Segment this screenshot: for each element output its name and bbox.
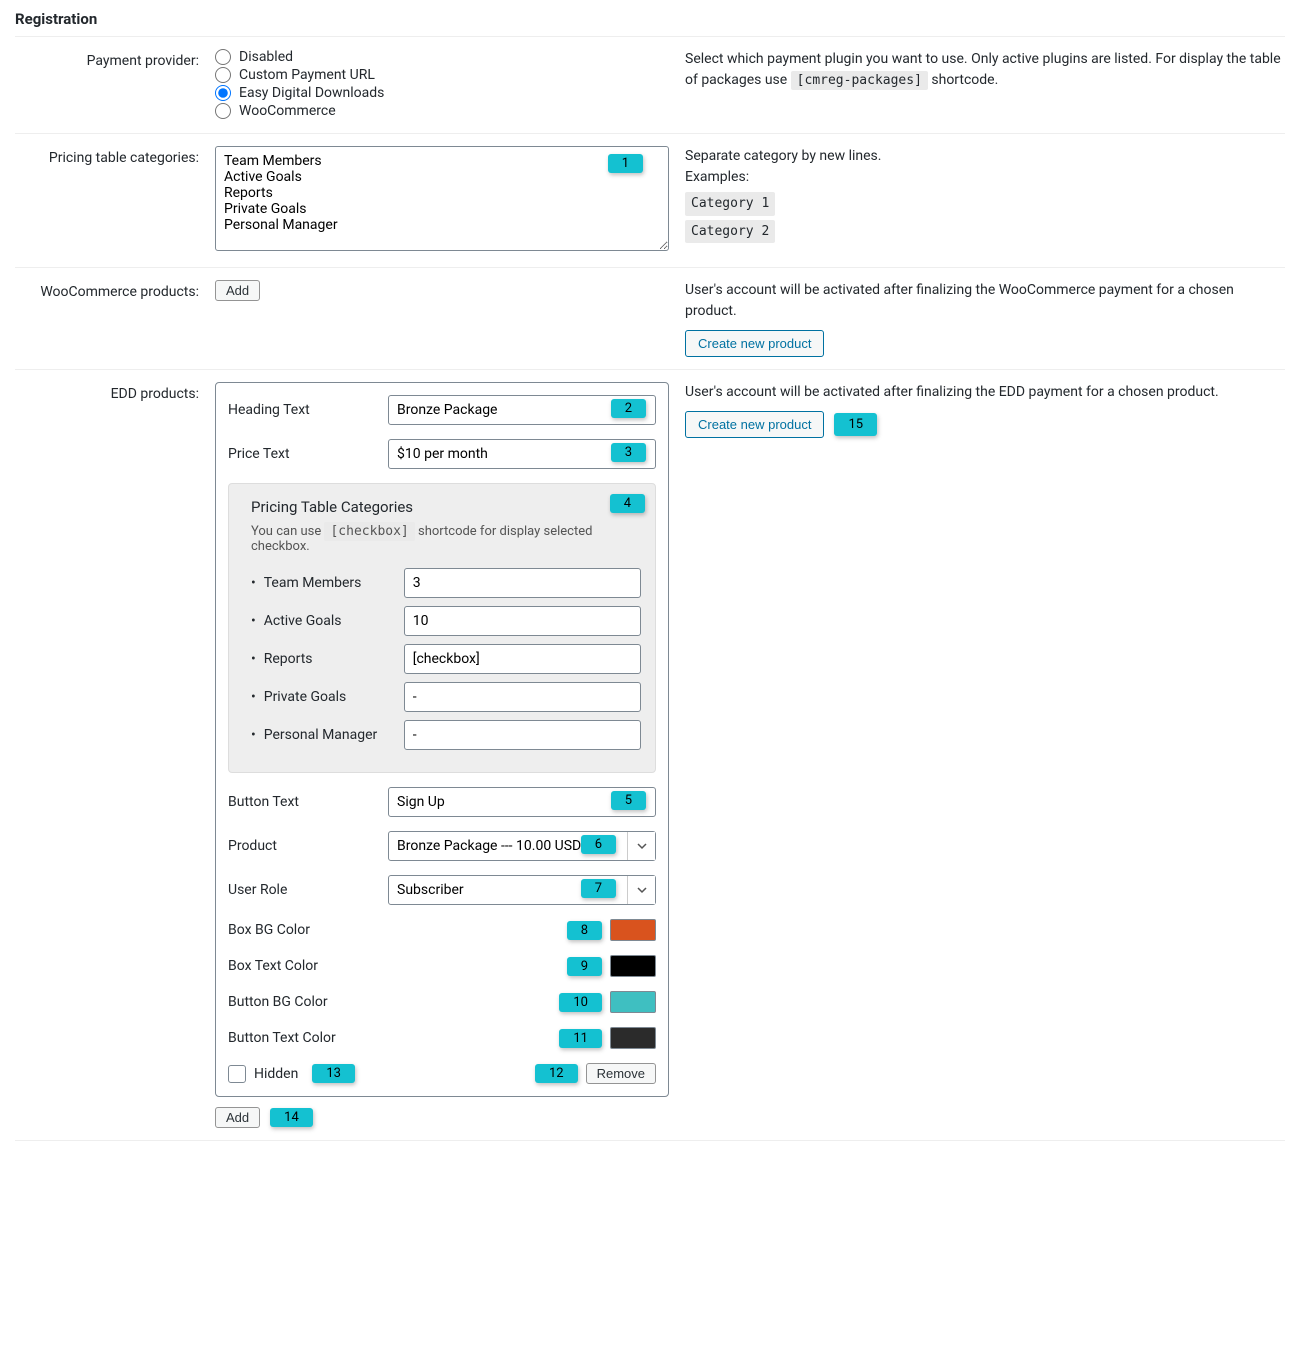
category-value-input[interactable] bbox=[404, 568, 641, 598]
annotation-badge-14: 14 bbox=[270, 1108, 313, 1127]
edd-user-role-row: User Role Subscriber 7 bbox=[228, 875, 656, 905]
edd-categories-title: Pricing Table Categories bbox=[243, 498, 641, 516]
pricing-categories-textarea[interactable] bbox=[215, 146, 669, 251]
edd-categories-box: 4 Pricing Table Categories You can use [… bbox=[228, 483, 656, 773]
radio-edd[interactable]: Easy Digital Downloads bbox=[215, 85, 669, 101]
edd-button-bg-color-row: Button BG Color 10 bbox=[228, 991, 656, 1013]
edd-add-button[interactable]: Add bbox=[215, 1107, 260, 1128]
annotation-badge-8: 8 bbox=[567, 921, 602, 940]
annotation-badge-9: 9 bbox=[567, 957, 602, 976]
woocommerce-products-label: WooCommerce products: bbox=[15, 280, 215, 357]
annotation-badge-1: 1 bbox=[608, 154, 643, 173]
annotation-badge-12: 12 bbox=[535, 1064, 578, 1083]
annotation-badge-3: 3 bbox=[611, 443, 646, 462]
row-payment-provider: Payment provider: Disabled Custom Paymen… bbox=[15, 37, 1285, 134]
button-bg-color-swatch[interactable] bbox=[610, 991, 656, 1013]
radio-woocommerce-input[interactable] bbox=[215, 103, 231, 119]
category-row: • Team Members bbox=[243, 568, 641, 598]
category-value-input[interactable] bbox=[404, 720, 641, 750]
annotation-badge-13: 13 bbox=[312, 1064, 355, 1083]
edd-hidden-row: Hidden 13 12 Remove bbox=[228, 1063, 656, 1084]
payment-provider-desc: Select which payment plugin you want to … bbox=[685, 49, 1285, 121]
section-title: Registration bbox=[15, 10, 1285, 28]
edd-box-text-color-row: Box Text Color 9 bbox=[228, 955, 656, 977]
radio-disabled-input[interactable] bbox=[215, 49, 231, 65]
annotation-badge-11: 11 bbox=[559, 1029, 602, 1048]
category-row: • Active Goals bbox=[243, 606, 641, 636]
payment-provider-label: Payment provider: bbox=[15, 49, 215, 121]
category-row: • Personal Manager bbox=[243, 720, 641, 750]
row-edd-products: EDD products: Heading Text 2 Price Text … bbox=[15, 370, 1285, 1141]
box-bg-color-swatch[interactable] bbox=[610, 919, 656, 941]
annotation-badge-7: 7 bbox=[581, 879, 616, 898]
edd-hidden-checkbox[interactable] bbox=[228, 1065, 246, 1083]
category-value-input[interactable] bbox=[404, 682, 641, 712]
annotation-badge-10: 10 bbox=[559, 993, 602, 1012]
edd-remove-button[interactable]: Remove bbox=[586, 1063, 656, 1084]
woocommerce-add-button[interactable]: Add bbox=[215, 280, 260, 301]
woocommerce-desc: User's account will be activated after f… bbox=[685, 280, 1285, 357]
radio-custom-url-input[interactable] bbox=[215, 67, 231, 83]
edd-categories-hint: You can use [checkbox] shortcode for dis… bbox=[243, 524, 641, 554]
edd-product-select-row: Product Bronze Package --- 10.00 USD 6 bbox=[228, 831, 656, 861]
radio-disabled[interactable]: Disabled bbox=[215, 49, 669, 65]
annotation-badge-2: 2 bbox=[611, 399, 646, 418]
annotation-badge-5: 5 bbox=[611, 791, 646, 810]
edd-desc: User's account will be activated after f… bbox=[685, 382, 1285, 1128]
radio-custom-url[interactable]: Custom Payment URL bbox=[215, 67, 669, 83]
edd-box-bg-color-row: Box BG Color 8 bbox=[228, 919, 656, 941]
edd-button-text-row: Button Text 5 bbox=[228, 787, 656, 817]
category-value-input[interactable] bbox=[404, 644, 641, 674]
edd-product-box: Heading Text 2 Price Text 3 4 Pricing Ta… bbox=[215, 382, 669, 1097]
radio-edd-input[interactable] bbox=[215, 85, 231, 101]
annotation-badge-6: 6 bbox=[581, 835, 616, 854]
edd-button-text-color-row: Button Text Color 11 bbox=[228, 1027, 656, 1049]
row-woocommerce-products: WooCommerce products: Add User's account… bbox=[15, 268, 1285, 370]
box-text-color-swatch[interactable] bbox=[610, 955, 656, 977]
payment-provider-radio-group: Disabled Custom Payment URL Easy Digital… bbox=[215, 49, 669, 119]
button-text-color-swatch[interactable] bbox=[610, 1027, 656, 1049]
category-row: • Reports bbox=[243, 644, 641, 674]
edd-products-label: EDD products: bbox=[15, 382, 215, 1128]
woocommerce-create-product-button[interactable]: Create new product bbox=[685, 330, 824, 357]
radio-woocommerce[interactable]: WooCommerce bbox=[215, 103, 669, 119]
edd-heading-text-row: Heading Text 2 bbox=[228, 395, 656, 425]
edd-create-product-button[interactable]: Create new product bbox=[685, 411, 824, 438]
edd-price-text-row: Price Text 3 bbox=[228, 439, 656, 469]
annotation-badge-4: 4 bbox=[610, 494, 645, 513]
row-pricing-categories: Pricing table categories: 1 Separate cat… bbox=[15, 134, 1285, 268]
category-value-input[interactable] bbox=[404, 606, 641, 636]
shortcode-code: [cmreg-packages] bbox=[791, 71, 928, 90]
edd-hidden-label: Hidden bbox=[254, 1066, 298, 1082]
annotation-badge-15: 15 bbox=[834, 413, 877, 437]
pricing-categories-label: Pricing table categories: bbox=[15, 146, 215, 255]
pricing-categories-desc: Separate category by new lines. Examples… bbox=[685, 146, 1285, 255]
category-row: • Private Goals bbox=[243, 682, 641, 712]
